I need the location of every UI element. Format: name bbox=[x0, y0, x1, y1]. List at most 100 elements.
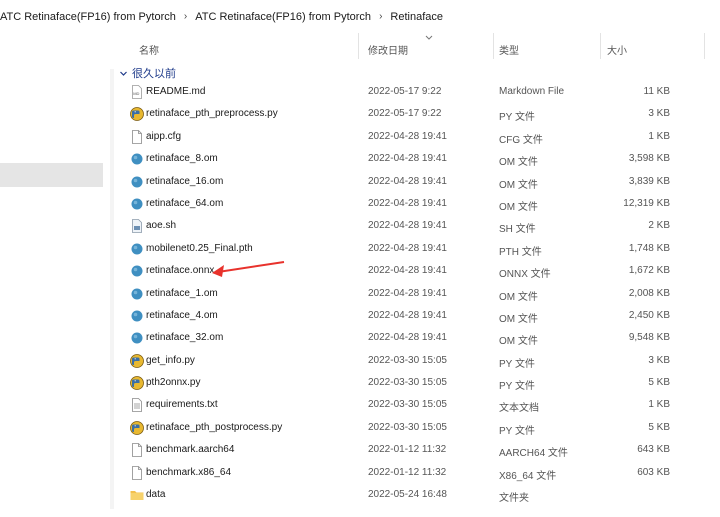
file-size: 5 KB bbox=[648, 377, 670, 389]
svg-text:MD: MD bbox=[133, 91, 139, 96]
file-row[interactable]: MD README.md 2022-05-17 9:22 Markdown File 1… bbox=[103, 81, 720, 103]
file-type: Markdown File bbox=[499, 86, 565, 97]
file-row[interactable]: retinaface_32.om 2022-04-28 19:41 OM 文件 9,5… bbox=[103, 327, 720, 349]
file-name: retinaface_32.om bbox=[146, 332, 224, 344]
breadcrumb-separator-icon: › bbox=[183, 11, 188, 22]
om-file-icon bbox=[129, 196, 145, 212]
file-date: 2022-04-28 19:41 bbox=[368, 309, 447, 321]
shell-script-icon bbox=[129, 218, 145, 234]
nav-selected-item[interactable] bbox=[0, 163, 103, 187]
file-date: 2022-03-30 15:05 bbox=[368, 399, 447, 411]
group-header[interactable]: 很久以前 bbox=[119, 64, 176, 82]
file-type: OM 文件 bbox=[499, 291, 538, 303]
file-size: 3,839 KB bbox=[628, 175, 670, 187]
file-row[interactable]: pth2onnx.py 2022-03-30 15:05 PY 文件 5 KB bbox=[103, 372, 720, 394]
file-date: 2022-03-30 15:05 bbox=[368, 354, 447, 366]
file-name: retinaface_4.om bbox=[146, 309, 218, 321]
om-file-icon bbox=[129, 151, 145, 167]
om-file-icon bbox=[129, 286, 145, 302]
file-row[interactable]: data 2022-05-24 16:48 文件夹 bbox=[103, 484, 720, 506]
file-name: benchmark.x86_64 bbox=[146, 466, 232, 478]
file-type: 文本文档 bbox=[499, 403, 539, 415]
file-type: SH 文件 bbox=[499, 224, 536, 236]
file-date: 2022-04-28 19:41 bbox=[368, 220, 447, 232]
file-size: 1,672 KB bbox=[628, 265, 670, 277]
file-type: OM 文件 bbox=[499, 201, 538, 213]
file-date: 2022-04-28 19:41 bbox=[368, 197, 447, 209]
file-row[interactable]: benchmark.aarch64 2022-01-12 11:32 AARCH64… bbox=[103, 439, 720, 461]
breadcrumb-item-2[interactable]: ATC Retinaface(FP16) from Pytorch bbox=[195, 11, 371, 23]
file-list-view: 名称 修改日期 类型 大小 很久以前 MD README.md 2022-05-17… bbox=[103, 33, 720, 517]
file-row[interactable]: requirements.txt 2022-03-30 15:05 文本文档 1 KB bbox=[103, 394, 720, 416]
onnx-file-icon bbox=[129, 263, 145, 279]
file-name: aoe.sh bbox=[146, 220, 177, 232]
file-row[interactable]: mobilenet0.25_Final.pth 2022-04-28 19:41 P… bbox=[103, 238, 720, 260]
file-type: 文件夹 bbox=[499, 493, 529, 505]
file-rows: MD README.md 2022-05-17 9:22 Markdown File 1… bbox=[103, 81, 720, 506]
file-row[interactable]: aipp.cfg 2022-04-28 19:41 CFG 文件 1 KB bbox=[103, 126, 720, 148]
file-date: 2022-04-28 19:41 bbox=[368, 130, 447, 142]
file-date: 2022-01-12 11:32 bbox=[368, 466, 447, 478]
file-name: aipp.cfg bbox=[146, 130, 182, 142]
column-divider[interactable] bbox=[358, 33, 359, 59]
file-name: retinaface_8.om bbox=[146, 153, 218, 165]
file-date: 2022-04-28 19:41 bbox=[368, 175, 447, 187]
column-divider[interactable] bbox=[493, 33, 494, 59]
file-date: 2022-04-28 19:41 bbox=[368, 242, 447, 254]
file-name: retinaface_16.om bbox=[146, 175, 224, 187]
column-header-type[interactable]: 类型 bbox=[499, 42, 519, 57]
python-file-icon bbox=[129, 106, 145, 122]
file-type: PY 文件 bbox=[499, 425, 535, 437]
file-type: AARCH64 文件 bbox=[499, 448, 568, 460]
file-size: 9,548 KB bbox=[628, 332, 670, 344]
file-date: 2022-05-17 9:22 bbox=[368, 86, 442, 97]
breadcrumb-separator-icon: › bbox=[379, 11, 383, 22]
om-file-icon bbox=[129, 174, 145, 190]
file-row[interactable]: retinaface_4.om 2022-04-28 19:41 OM 文件 2,45… bbox=[103, 305, 720, 327]
file-row[interactable]: benchmark.x86_64 2022-01-12 11:32 X86_64 文… bbox=[103, 462, 720, 484]
generic-file-icon bbox=[129, 465, 145, 481]
python-file-icon bbox=[129, 420, 145, 436]
file-row[interactable]: get_info.py 2022-03-30 15:05 PY 文件 3 KB bbox=[103, 350, 720, 372]
file-date: 2022-03-30 15:05 bbox=[368, 421, 447, 433]
file-size: 1 KB bbox=[648, 130, 670, 142]
column-header-size[interactable]: 大小 bbox=[607, 42, 627, 57]
file-size: 3 KB bbox=[648, 108, 670, 120]
file-size: 2 KB bbox=[648, 220, 670, 232]
breadcrumb-item-3[interactable]: Retinaface bbox=[390, 11, 443, 23]
sort-chevron-icon bbox=[425, 35, 433, 40]
file-type: OM 文件 bbox=[499, 336, 538, 348]
breadcrumb-item-1[interactable]: ATC Retinaface(FP16) from Pytorch bbox=[0, 11, 176, 23]
python-file-icon bbox=[129, 375, 145, 391]
file-type: OM 文件 bbox=[499, 313, 538, 325]
chevron-down-icon[interactable] bbox=[119, 69, 128, 78]
markdown-file-icon: MD bbox=[129, 84, 145, 100]
column-header-name[interactable]: 名称 bbox=[139, 42, 159, 57]
file-type: PY 文件 bbox=[499, 358, 535, 370]
file-type: PY 文件 bbox=[499, 112, 535, 124]
column-divider[interactable] bbox=[600, 33, 601, 59]
file-row[interactable]: retinaface_64.om 2022-04-28 19:41 OM 文件 12,… bbox=[103, 193, 720, 215]
file-name: retinaface_pth_postprocess.py bbox=[146, 421, 283, 433]
pth-file-icon bbox=[129, 241, 145, 257]
column-divider[interactable] bbox=[704, 33, 705, 59]
file-size: 3,598 KB bbox=[628, 153, 670, 165]
om-file-icon bbox=[129, 330, 145, 346]
file-row[interactable]: retinaface_pth_postprocess.py 2022-03-30 … bbox=[103, 417, 720, 439]
file-type: OM 文件 bbox=[499, 157, 538, 169]
file-row[interactable]: aoe.sh 2022-04-28 19:41 SH 文件 2 KB bbox=[103, 215, 720, 237]
file-type: PY 文件 bbox=[499, 381, 535, 393]
file-row[interactable]: retinaface_1.om 2022-04-28 19:41 OM 文件 2,00… bbox=[103, 283, 720, 305]
file-size: 1,748 KB bbox=[628, 242, 670, 254]
file-row[interactable]: retinaface_pth_preprocess.py 2022-05-17 9… bbox=[103, 103, 720, 125]
file-row[interactable]: retinaface_8.om 2022-04-28 19:41 OM 文件 3,59… bbox=[103, 148, 720, 170]
file-row[interactable]: retinaface.onnx 2022-04-28 19:41 ONNX 文件 1,… bbox=[103, 260, 720, 282]
file-size: 3 KB bbox=[648, 354, 670, 366]
column-header-date[interactable]: 修改日期 bbox=[368, 42, 408, 57]
file-type: OM 文件 bbox=[499, 179, 538, 191]
file-size: 603 KB bbox=[637, 466, 670, 478]
file-row[interactable]: retinaface_16.om 2022-04-28 19:41 OM 文件 3,8… bbox=[103, 171, 720, 193]
file-name: benchmark.aarch64 bbox=[146, 444, 235, 456]
file-name: get_info.py bbox=[146, 354, 195, 366]
file-date: 2022-04-28 19:41 bbox=[368, 332, 447, 344]
